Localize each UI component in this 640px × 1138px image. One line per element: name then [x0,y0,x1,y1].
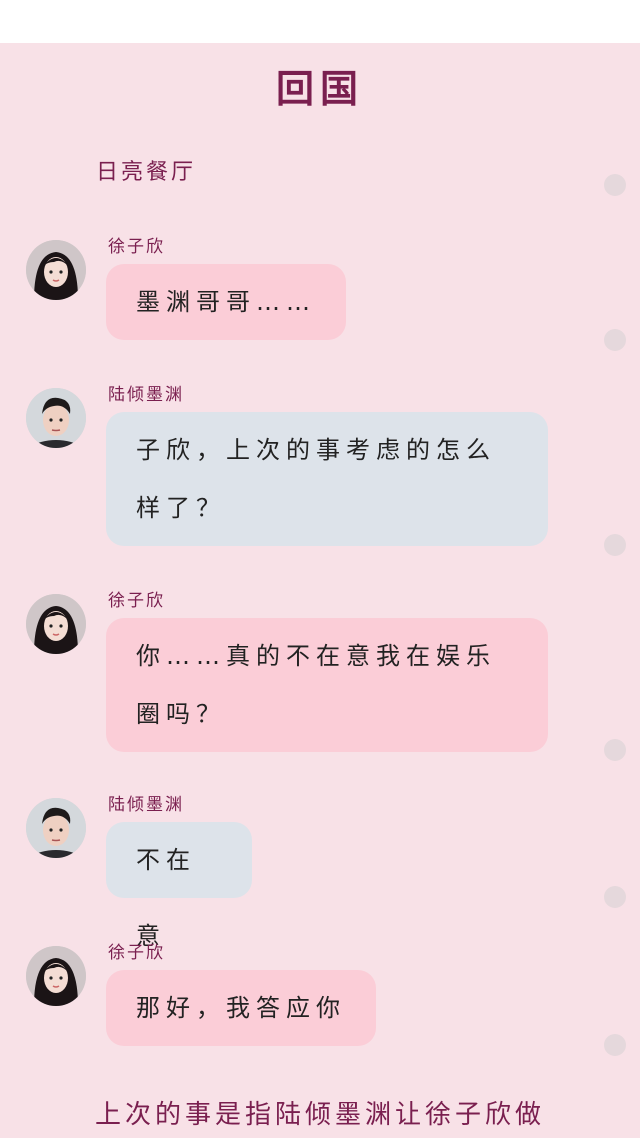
scroll-dot-icon [604,534,626,556]
scroll-dot-icon [604,739,626,761]
scene-label: 日亮餐厅 [96,160,197,185]
message-speaker: 徐子欣 [108,591,165,611]
scroll-dot-icon [604,1034,626,1056]
message-bubble: 墨渊哥哥…… [106,264,346,340]
avatar-female-icon[interactable] [26,594,86,654]
page-title: 回国 [275,67,364,111]
status-bar [0,0,640,43]
footer-caption: 上次的事是指陆倾墨渊让徐子欣做 [94,1100,545,1130]
message-speaker: 陆倾墨渊 [108,795,184,815]
message-bubble: 那好，我答应你 [106,970,376,1046]
avatar-female-icon[interactable] [26,240,86,300]
message-bubble: 子欣，上次的事考虑的怎么样了？ [106,412,548,546]
scroll-dot-icon [604,886,626,908]
avatar-female-icon[interactable] [26,946,86,1006]
scroll-dot-icon [604,174,626,196]
avatar-male-icon[interactable] [26,798,86,858]
message-bubble: 你……真的不在意我在娱乐圈吗？ [106,618,548,752]
message-bubble: 不在意 [106,822,252,950]
message-speaker: 陆倾墨渊 [108,385,184,405]
scroll-dot-icon [604,329,626,351]
avatar-male-icon[interactable] [26,388,86,448]
message-speaker: 徐子欣 [108,237,165,257]
message-speaker: 徐子欣 [108,943,165,963]
